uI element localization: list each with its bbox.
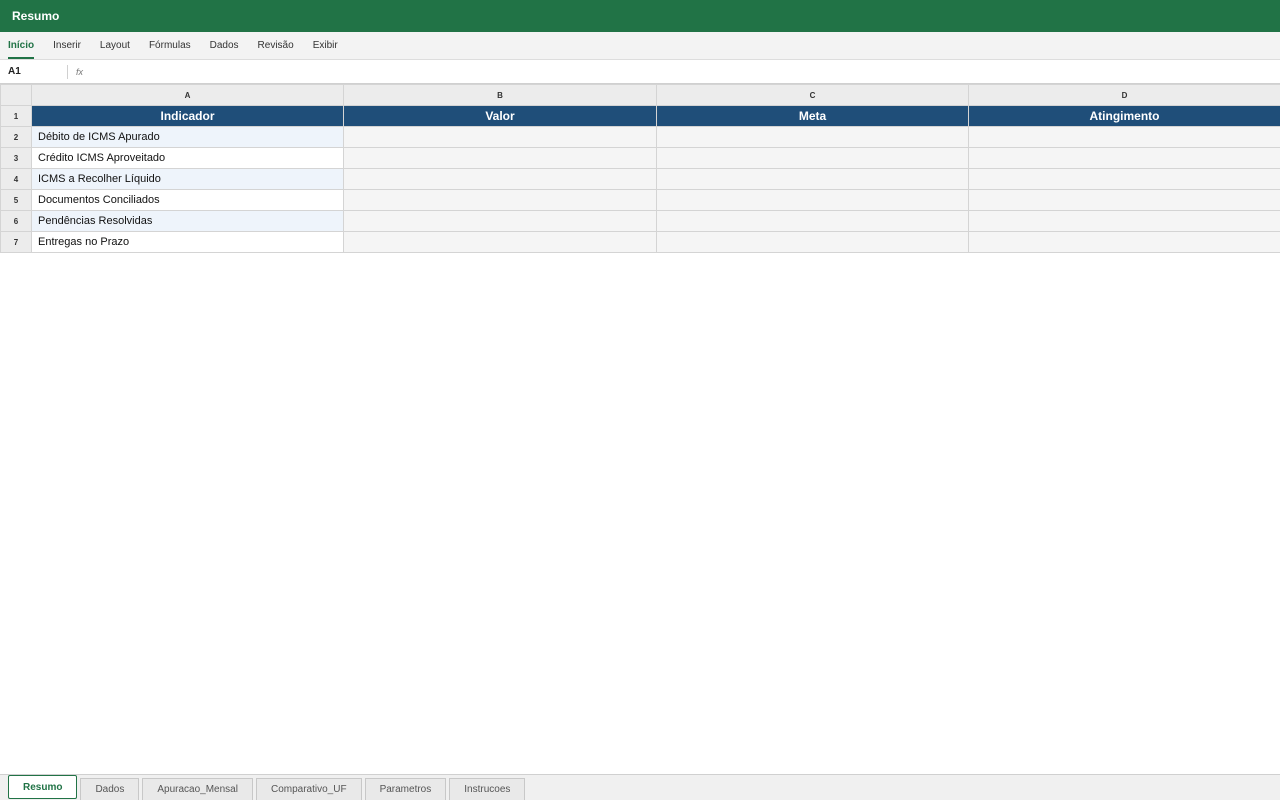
tab-layout[interactable]: Layout [100, 32, 130, 59]
tab-revisao[interactable]: Revisão [258, 32, 294, 59]
cell-b5[interactable] [343, 189, 657, 211]
window-title: Resumo [12, 9, 60, 23]
cell-d2[interactable] [968, 126, 1280, 148]
cell-b7[interactable] [343, 231, 657, 253]
cell-c1[interactable]: Meta [656, 105, 969, 127]
tab-formulas[interactable]: Fórmulas [149, 32, 191, 59]
cell-a2[interactable]: Débito de ICMS Apurado [31, 126, 344, 148]
fx-icon: fx [76, 66, 84, 77]
ribbon-tabs: Início Inserir Layout Fórmulas Dados Rev… [0, 32, 1280, 60]
table-row: 4 ICMS a Recolher Líquido [0, 168, 1280, 190]
column-header-c[interactable]: C [656, 84, 969, 106]
select-all-corner[interactable] [0, 84, 32, 106]
row-header[interactable]: 5 [0, 189, 32, 211]
cell-c4[interactable] [656, 168, 969, 190]
cell-d5[interactable] [968, 189, 1280, 211]
tab-exibir[interactable]: Exibir [313, 32, 338, 59]
cell-b4[interactable] [343, 168, 657, 190]
spreadsheet-grid: A B C D 1 Indicador Valor Meta Atingimen… [0, 84, 1280, 253]
cell-c5[interactable] [656, 189, 969, 211]
cell-a4[interactable]: ICMS a Recolher Líquido [31, 168, 344, 190]
sheet-tab-dados[interactable]: Dados [80, 778, 140, 800]
table-row: 3 Crédito ICMS Aproveitado [0, 147, 1280, 169]
column-header-row: A B C D [0, 84, 1280, 106]
cell-c2[interactable] [656, 126, 969, 148]
cell-c3[interactable] [656, 147, 969, 169]
sheet-tab-comparativo-uf[interactable]: Comparativo_UF [255, 778, 362, 800]
table-row: 5 Documentos Conciliados [0, 189, 1280, 211]
table-row: 1 Indicador Valor Meta Atingimento [0, 105, 1280, 127]
formula-bar: A1 fx [0, 60, 1280, 84]
row-header[interactable]: 4 [0, 168, 32, 190]
row-header[interactable]: 1 [0, 105, 32, 127]
formula-input[interactable] [89, 62, 1280, 81]
sheet-tab-bar: Resumo Dados Apuracao_Mensal Comparativo… [0, 774, 1280, 800]
row-header[interactable]: 2 [0, 126, 32, 148]
column-header-b[interactable]: B [343, 84, 657, 106]
cell-a5[interactable]: Documentos Conciliados [31, 189, 344, 211]
cell-d7[interactable] [968, 231, 1280, 253]
cell-a7[interactable]: Entregas no Prazo [31, 231, 344, 253]
table-row: 2 Débito de ICMS Apurado [0, 126, 1280, 148]
sheet-tab-resumo[interactable]: Resumo [8, 775, 78, 799]
column-header-a[interactable]: A [31, 84, 344, 106]
cell-b3[interactable] [343, 147, 657, 169]
cell-c7[interactable] [656, 231, 969, 253]
cell-b2[interactable] [343, 126, 657, 148]
title-bar: Resumo [0, 0, 1280, 32]
row-header[interactable]: 6 [0, 210, 32, 232]
sheet-tab-parametros[interactable]: Parametros [364, 778, 447, 800]
cell-d6[interactable] [968, 210, 1280, 232]
tab-inserir[interactable]: Inserir [53, 32, 81, 59]
table-row: 6 Pendências Resolvidas [0, 210, 1280, 232]
row-header[interactable]: 7 [0, 231, 32, 253]
name-box[interactable]: A1 [0, 64, 68, 79]
row-header[interactable]: 3 [0, 147, 32, 169]
sheet-tab-instrucoes[interactable]: Instrucoes [449, 778, 526, 800]
cell-d3[interactable] [968, 147, 1280, 169]
cell-a3[interactable]: Crédito ICMS Aproveitado [31, 147, 344, 169]
cell-c6[interactable] [656, 210, 969, 232]
tab-inicio[interactable]: Início [8, 32, 35, 59]
table-row: 7 Entregas no Prazo [0, 231, 1280, 253]
column-header-d[interactable]: D [968, 84, 1280, 106]
cell-a1[interactable]: Indicador [31, 105, 344, 127]
cell-b1[interactable]: Valor [343, 105, 657, 127]
cell-a6[interactable]: Pendências Resolvidas [31, 210, 344, 232]
tab-dados[interactable]: Dados [210, 32, 239, 59]
cell-b6[interactable] [343, 210, 657, 232]
cell-d4[interactable] [968, 168, 1280, 190]
cell-d1[interactable]: Atingimento [968, 105, 1280, 127]
sheet-tab-apuracao-mensal[interactable]: Apuracao_Mensal [142, 778, 253, 800]
